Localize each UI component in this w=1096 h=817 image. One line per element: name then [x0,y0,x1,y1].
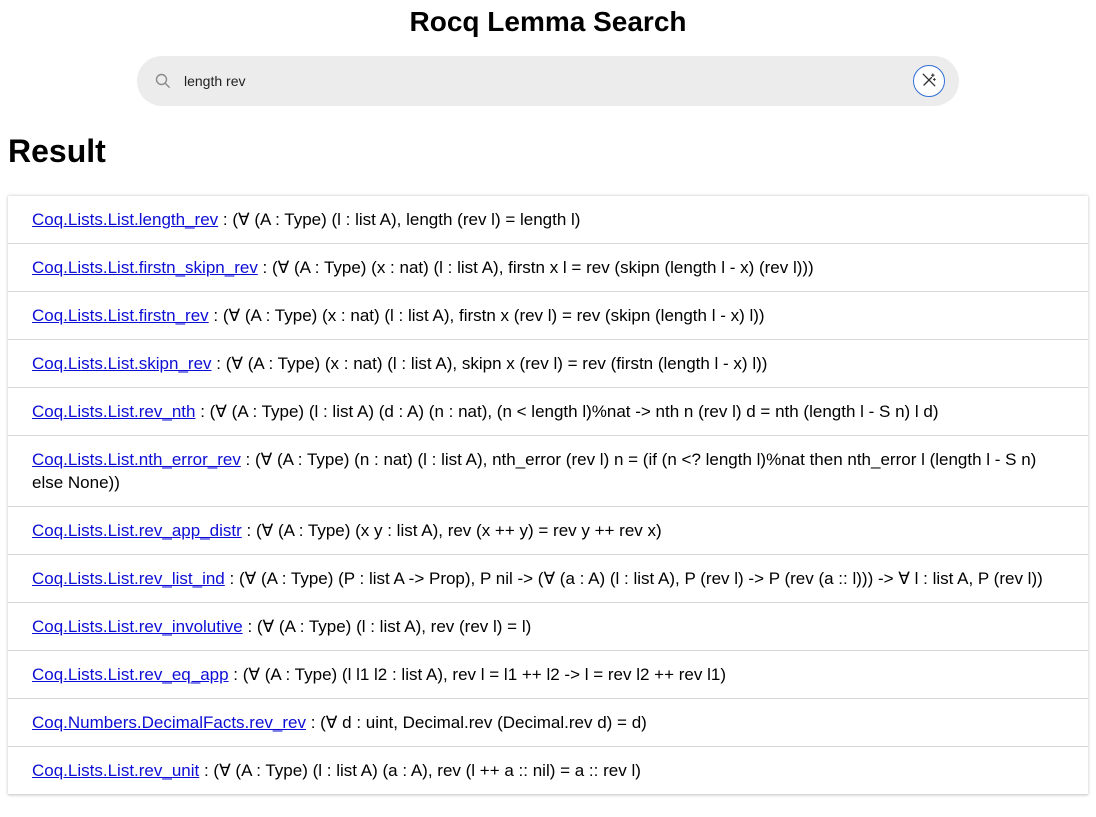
result-separator: : [195,402,210,421]
result-separator: : [242,617,257,636]
page: Rocq Lemma Search Result Coq.Lis [0,0,1096,817]
page-title: Rocq Lemma Search [409,6,687,37]
result-item: Coq.Lists.List.firstn_skipn_rev : (∀ (A … [8,244,1088,292]
lemma-link[interactable]: Coq.Lists.List.rev_unit [32,761,199,780]
result-separator: : [240,450,255,469]
search-bar [137,56,959,106]
lemma-type: (∀ (A : Type) (l : list A) (d : A) (n : … [209,402,939,421]
search-icon [155,73,171,89]
search-input[interactable] [184,68,884,94]
lemma-link[interactable]: Coq.Numbers.DecimalFacts.rev_rev [32,713,306,732]
lemma-type: (∀ (A : Type) (l : list A) (a : A), rev … [213,761,641,780]
result-item: Coq.Numbers.DecimalFacts.rev_rev : (∀ d … [8,699,1088,747]
result-item: Coq.Lists.List.rev_list_ind : (∀ (A : Ty… [8,555,1088,603]
result-item: Coq.Lists.List.length_rev : (∀ (A : Type… [8,196,1088,244]
lemma-type: (∀ (A : Type) (x : nat) (l : list A), fi… [222,306,765,325]
lemma-type: (∀ (A : Type) (x : nat) (l : list A), fi… [272,258,814,277]
results-list: Coq.Lists.List.length_rev : (∀ (A : Type… [8,196,1088,795]
result-separator: : [257,258,272,277]
lemma-link[interactable]: Coq.Lists.List.rev_list_ind [32,569,225,588]
result-item: Coq.Lists.List.rev_app_distr : (∀ (A : T… [8,507,1088,555]
result-item: Coq.Lists.List.nth_error_rev : (∀ (A : T… [8,436,1088,507]
result-separator: : [224,569,239,588]
lemma-type: (∀ d : uint, Decimal.rev (Decimal.rev d)… [320,713,647,732]
result-separator: : [241,521,256,540]
lemma-link[interactable]: Coq.Lists.List.skipn_rev [32,354,212,373]
lemma-type: (∀ (A : Type) (l : list A), rev (rev l) … [256,617,532,636]
lemma-type: (∀ (A : Type) (P : list A -> Prop), P ni… [238,569,1043,588]
result-separator: : [218,210,233,229]
result-item: Coq.Lists.List.skipn_rev : (∀ (A : Type)… [8,340,1088,388]
lemma-type: (∀ (A : Type) (x : nat) (l : list A), sk… [225,354,768,373]
result-separator: : [305,713,321,732]
result-item: Coq.Lists.List.rev_nth : (∀ (A : Type) (… [8,388,1088,436]
result-item: Coq.Lists.List.rev_eq_app : (∀ (A : Type… [8,651,1088,699]
lemma-link[interactable]: Coq.Lists.List.firstn_skipn_rev [32,258,258,277]
lemma-type: (∀ (A : Type) (l l1 l2 : list A), rev l … [242,665,726,684]
lemma-link[interactable]: Coq.Lists.List.rev_nth [32,402,195,421]
magic-search-toggle-button[interactable] [913,65,945,97]
result-item: Coq.Lists.List.rev_involutive : (∀ (A : … [8,603,1088,651]
result-separator: : [211,354,226,373]
lemma-link[interactable]: Coq.Lists.List.rev_eq_app [32,665,229,684]
result-separator: : [199,761,214,780]
result-item: Coq.Lists.List.firstn_rev : (∀ (A : Type… [8,292,1088,340]
result-separator: : [208,306,223,325]
result-separator: : [228,665,243,684]
lemma-link[interactable]: Coq.Lists.List.length_rev [32,210,218,229]
lemma-type: (∀ (A : Type) (l : list A), length (rev … [232,210,581,229]
magic-wand-off-icon [921,72,937,91]
lemma-type: (∀ (A : Type) (x y : list A), rev (x ++ … [255,521,662,540]
lemma-link[interactable]: Coq.Lists.List.rev_involutive [32,617,243,636]
lemma-link[interactable]: Coq.Lists.List.nth_error_rev [32,450,241,469]
result-item: Coq.Lists.List.rev_unit : (∀ (A : Type) … [8,747,1088,795]
lemma-link[interactable]: Coq.Lists.List.firstn_rev [32,306,209,325]
result-heading: Result [8,133,106,169]
lemma-link[interactable]: Coq.Lists.List.rev_app_distr [32,521,242,540]
